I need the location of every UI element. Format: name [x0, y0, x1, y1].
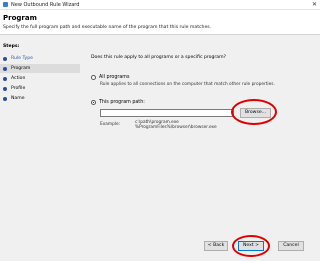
- browse-button[interactable]: Browse...: [240, 108, 271, 118]
- close-icon[interactable]: ✕: [312, 1, 317, 8]
- content-panel: Does this rule apply to all programs or …: [80, 40, 320, 261]
- all-programs-radio[interactable]: [91, 75, 96, 80]
- step-label: Name: [11, 95, 25, 101]
- this-program-radio[interactable]: [91, 100, 96, 105]
- step-label: Profile: [11, 85, 26, 91]
- step-label: Action: [11, 75, 26, 81]
- this-program-label[interactable]: This program path:: [99, 100, 145, 105]
- step-label: Rule Type: [11, 55, 34, 61]
- back-button[interactable]: < Back: [204, 241, 228, 251]
- example-label: Example:: [100, 122, 121, 127]
- step-name[interactable]: Name: [0, 94, 80, 103]
- step-label: Program: [11, 65, 31, 71]
- step-bullet-icon: [3, 86, 7, 91]
- page-description: Specify the full program path and execut…: [3, 25, 212, 30]
- cancel-button[interactable]: Cancel: [278, 241, 304, 251]
- wizard-header: Program Specify the full program path an…: [0, 10, 320, 35]
- step-rule-type[interactable]: Rule Type: [0, 54, 80, 63]
- scope-question: Does this rule apply to all programs or …: [91, 55, 226, 60]
- step-bullet-icon: [3, 76, 7, 81]
- example-paths: c:\path\program.exe %ProgramFiles%\brows…: [135, 120, 217, 130]
- step-bullet-icon: [3, 66, 7, 71]
- step-program[interactable]: Program: [0, 64, 80, 73]
- steps-panel: Steps: Rule Type Program Action Profile …: [0, 40, 80, 261]
- steps-label: Steps:: [3, 44, 20, 49]
- step-bullet-icon: [3, 96, 7, 101]
- window-title: New Outbound Rule Wizard: [11, 1, 80, 8]
- step-bullet-icon: [3, 56, 7, 61]
- title-bar: New Outbound Rule Wizard ✕: [0, 0, 320, 10]
- all-programs-description: Rule applies to all connections on the c…: [100, 82, 275, 87]
- all-programs-label[interactable]: All programs: [99, 75, 129, 80]
- step-action[interactable]: Action: [0, 74, 80, 83]
- step-profile[interactable]: Profile: [0, 84, 80, 93]
- next-button[interactable]: Next >: [238, 241, 264, 251]
- page-title: Program: [3, 14, 37, 22]
- firewall-icon: [3, 2, 8, 7]
- wizard-window: New Outbound Rule Wizard ✕ Program Speci…: [0, 0, 320, 261]
- program-path-input[interactable]: [100, 109, 234, 117]
- example-path-2: %ProgramFiles%\browser\browser.exe: [135, 125, 217, 130]
